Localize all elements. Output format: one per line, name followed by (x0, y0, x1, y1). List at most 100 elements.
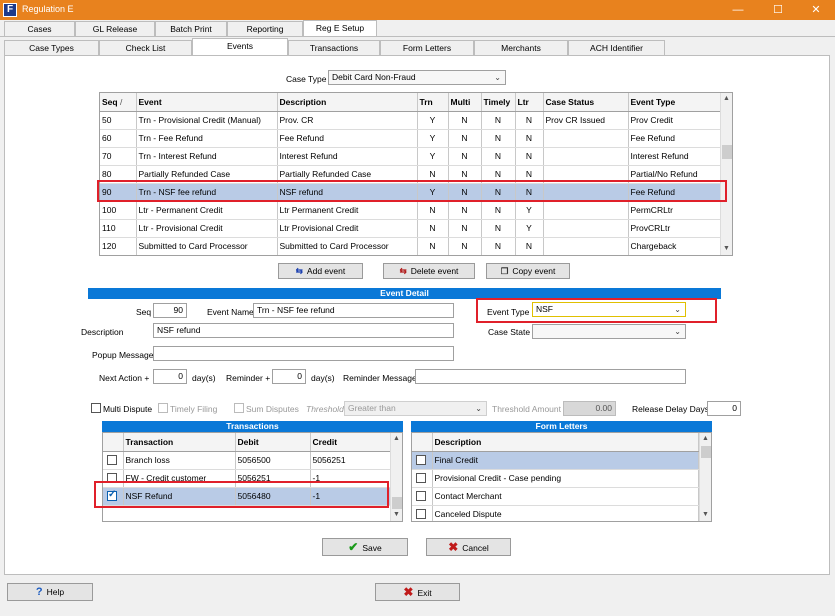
close-button[interactable]: ✕ (797, 0, 835, 20)
description-input[interactable]: NSF refund (153, 323, 454, 338)
col-description[interactable]: Description (277, 93, 418, 112)
cell-case-status (543, 147, 629, 166)
event-row[interactable]: 100 Ltr - Permanent Credit Ltr Permanent C… (100, 201, 721, 220)
cell-trn: N (417, 201, 449, 220)
event-row[interactable]: 60 Trn - Fee Refund Fee Refund Y N N N Fee Refu… (100, 129, 721, 148)
scroll-thumb[interactable] (392, 497, 402, 509)
next-action-input[interactable]: 0 (153, 369, 187, 384)
multi-dispute-checkbox[interactable] (91, 403, 101, 413)
copy-event-icon: ❐ (500, 266, 509, 276)
case-state-select[interactable]: ⌄ (532, 324, 686, 339)
case-type-value: Debit Card Non-Fraud (332, 72, 416, 82)
tab-cases[interactable]: Cases (4, 21, 75, 36)
scroll-up-icon[interactable]: ▲ (721, 93, 732, 105)
reminder-message-input[interactable] (415, 369, 686, 384)
case-type-select[interactable]: Debit Card Non-Fraud ⌄ (328, 70, 506, 85)
tab-batch-print[interactable]: Batch Print (155, 21, 227, 36)
cancel-button[interactable]: ✖ Cancel (426, 538, 511, 556)
cell-description: Interest Refund (277, 147, 418, 166)
transactions-scrollbar[interactable]: ▲ ▼ (390, 433, 402, 521)
scroll-thumb[interactable] (722, 145, 732, 159)
tab-form-letters[interactable]: Form Letters (380, 40, 474, 55)
form-letters-scrollbar[interactable]: ▲ ▼ (699, 433, 711, 521)
reminder-label: Reminder + (226, 373, 271, 383)
form-letter-checkbox[interactable] (416, 472, 426, 483)
event-row[interactable]: 50 Trn - Provisional Credit (Manual) Prov.… (100, 111, 721, 130)
form-letter-row[interactable]: Canceled Dispute (412, 505, 699, 521)
copy-event-button[interactable]: ❐ Copy event (486, 263, 570, 279)
col-ltr[interactable]: Ltr (515, 93, 544, 112)
scroll-up-icon[interactable]: ▲ (391, 433, 402, 445)
reminder-unit: day(s) (311, 373, 335, 383)
col-letter-description[interactable]: Description (432, 433, 699, 452)
cell-event-type: Fee Refund (628, 129, 721, 148)
threshold-amount-input[interactable]: 0.00 (563, 401, 616, 416)
col-credit[interactable]: Credit (310, 433, 392, 452)
tab-events[interactable]: Events (192, 38, 288, 56)
cell-letter-description: Contact Merchant (432, 487, 699, 506)
save-button[interactable]: ✔ Save (322, 538, 408, 556)
reminder-input[interactable]: 0 (272, 369, 306, 384)
form-letter-row[interactable]: Final Credit (412, 451, 699, 470)
events-grid-scrollbar[interactable]: ▲ ▼ (720, 93, 732, 255)
cell-event: Submitted to Card Processor (136, 237, 278, 255)
help-icon: ? (35, 586, 43, 598)
cell-ltr: Y (515, 201, 544, 220)
cell-timely: N (481, 129, 516, 148)
event-row[interactable]: 110 Ltr - Provisional Credit Ltr Provision… (100, 219, 721, 238)
tab-reporting[interactable]: Reporting (227, 21, 303, 36)
col-timely[interactable]: Timely (481, 93, 516, 112)
exit-button[interactable]: ✖ Exit (375, 583, 460, 601)
form-letter-checkbox[interactable] (416, 508, 426, 519)
col-trn[interactable]: Trn (417, 93, 449, 112)
event-row[interactable]: 70 Trn - Interest Refund Interest Refund Y N… (100, 147, 721, 166)
form-letter-row[interactable]: Provisional Credit - Case pending (412, 469, 699, 488)
transaction-checkbox[interactable] (107, 454, 117, 465)
col-event[interactable]: Event (136, 93, 278, 112)
add-event-icon: ⇆ (295, 266, 303, 276)
highlight-box-selected-event (97, 180, 727, 202)
form-letter-row[interactable]: Contact Merchant (412, 487, 699, 506)
tab-merchants[interactable]: Merchants (474, 40, 568, 55)
scroll-down-icon[interactable]: ▼ (700, 509, 711, 521)
col-transaction[interactable]: Transaction (123, 433, 236, 452)
transaction-row[interactable]: Branch loss 5056500 5056251 (103, 451, 392, 470)
tab-ach-identifier[interactable]: ACH Identifier (568, 40, 665, 55)
delete-event-button[interactable]: ⇆ Delete event (383, 263, 475, 279)
event-row[interactable]: 120 Submitted to Card Processor Submitted … (100, 237, 721, 255)
cell-ltr: Y (515, 219, 544, 238)
col-debit[interactable]: Debit (235, 433, 311, 452)
timely-filing-label: Timely Filing (170, 404, 218, 414)
event-name-input[interactable]: Trn - NSF fee refund (253, 303, 454, 318)
seq-input[interactable]: 90 (153, 303, 187, 318)
scroll-down-icon[interactable]: ▼ (721, 243, 732, 255)
col-multi[interactable]: Multi (448, 93, 482, 112)
scroll-thumb[interactable] (701, 446, 711, 458)
sum-disputes-checkbox[interactable] (234, 403, 244, 413)
tab-gl-release[interactable]: GL Release (75, 21, 155, 36)
form-letter-checkbox[interactable] (416, 490, 426, 501)
timely-filing-checkbox[interactable] (158, 403, 168, 413)
form-letters-grid: Description Final Credit Provisional Cred… (411, 432, 712, 522)
cell-credit: 5056251 (310, 451, 392, 470)
popup-message-input[interactable] (153, 346, 454, 361)
scroll-up-icon[interactable]: ▲ (700, 433, 711, 445)
cell-seq: 60 (100, 129, 137, 148)
col-case-status[interactable]: Case Status (543, 93, 629, 112)
help-button[interactable]: ? Help (7, 583, 93, 601)
scroll-down-icon[interactable]: ▼ (391, 509, 402, 521)
threshold-select[interactable]: Greater than ⌄ (344, 401, 487, 416)
col-event-type[interactable]: Event Type (628, 93, 721, 112)
add-event-button[interactable]: ⇆ Add event (278, 263, 363, 279)
tab-check-list[interactable]: Check List (99, 40, 192, 55)
cell-seq: 120 (100, 237, 137, 255)
maximize-button[interactable]: ☐ (759, 0, 797, 20)
col-seq[interactable]: Seq / (100, 93, 137, 112)
tab-case-types[interactable]: Case Types (4, 40, 99, 55)
release-delay-input[interactable]: 0 (707, 401, 741, 416)
tab-transactions[interactable]: Transactions (288, 40, 380, 55)
form-letter-checkbox[interactable] (416, 454, 426, 465)
tab-reg-e-setup[interactable]: Reg E Setup (303, 20, 377, 37)
next-action-unit: day(s) (192, 373, 216, 383)
minimize-button[interactable]: — (719, 0, 757, 20)
